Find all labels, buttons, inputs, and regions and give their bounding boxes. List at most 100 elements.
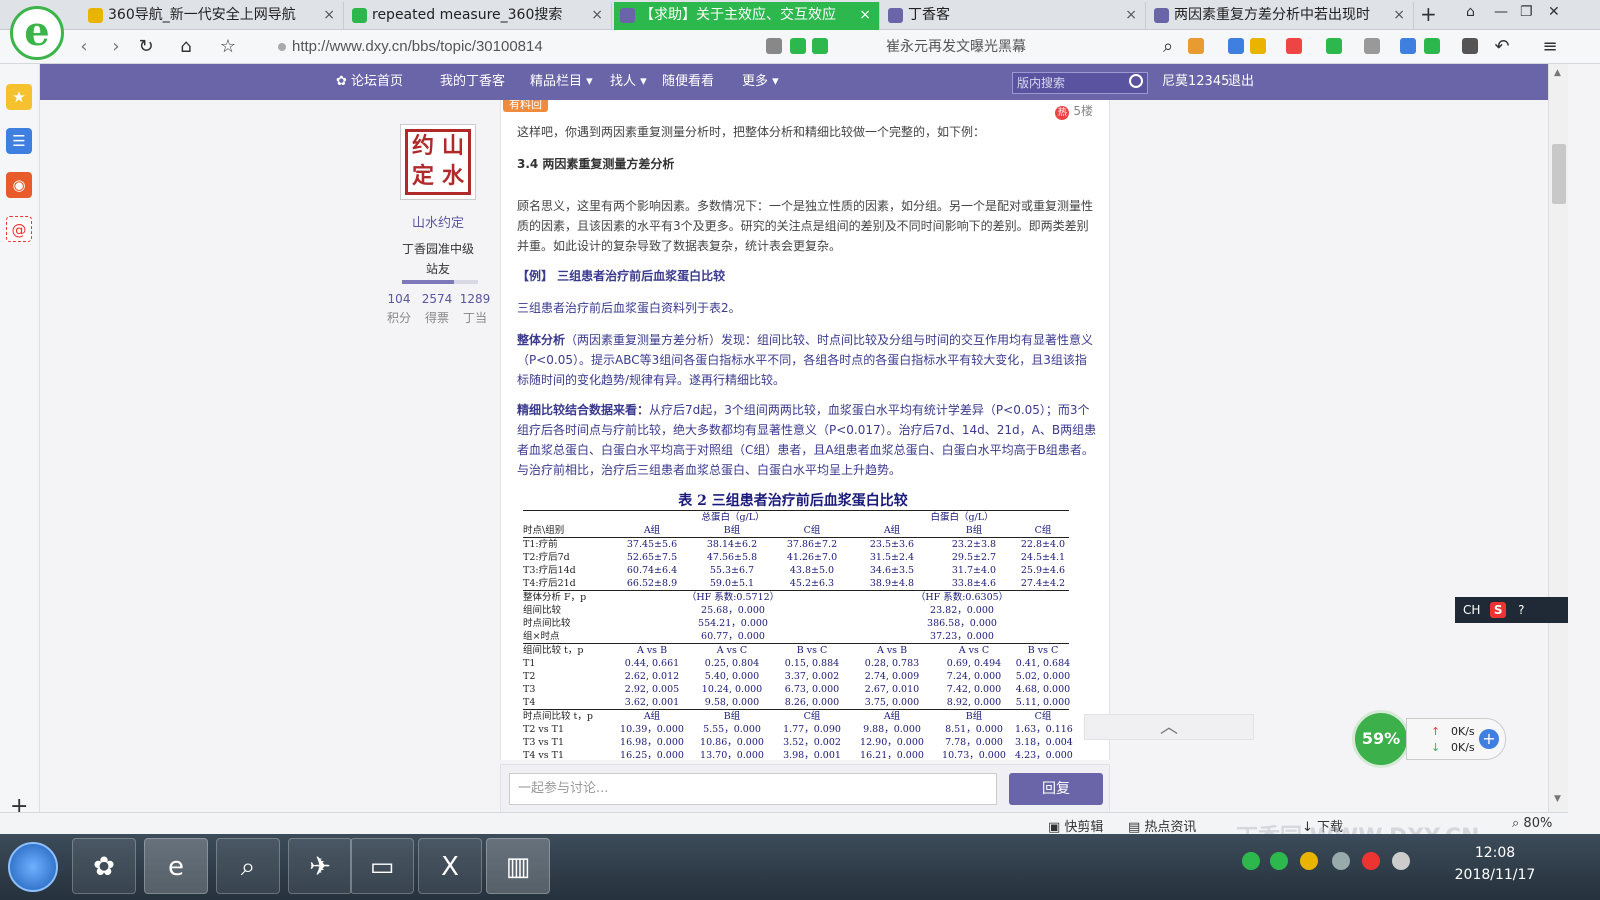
ime-toolbar[interactable]: CH S ? (1455, 597, 1568, 623)
reading-icon[interactable] (1424, 38, 1440, 54)
tray-browser-icon[interactable] (1242, 852, 1260, 870)
table-cell: 3.98，0.001 (783, 750, 841, 760)
table-cell: C组 (1034, 525, 1052, 536)
site-info-icon[interactable] (278, 43, 286, 51)
menu-icon[interactable]: ≡ (1538, 35, 1562, 59)
image-icon[interactable] (1364, 38, 1380, 54)
nav-random[interactable]: 随便看看 (662, 64, 714, 100)
scrollbar-thumb[interactable] (1552, 144, 1566, 204)
close-window-button[interactable]: ✕ (1548, 4, 1560, 20)
zoom-icon[interactable] (1400, 38, 1416, 54)
tablet-icon[interactable] (1462, 38, 1478, 54)
taskbar-app-spss[interactable]: ▥ (486, 838, 550, 894)
home-icon[interactable]: ⌂ (174, 35, 198, 59)
help-icon[interactable]: ? (1518, 603, 1524, 617)
forward-icon[interactable]: › (104, 35, 128, 59)
scroll-up-icon[interactable]: ▲ (1554, 68, 1561, 78)
back-icon[interactable]: ‹ (72, 35, 96, 59)
tray-shield-icon[interactable] (1270, 852, 1288, 870)
search-icon[interactable] (1129, 74, 1143, 88)
weibo-icon[interactable]: ◉ (6, 172, 32, 198)
vertical-scrollbar[interactable]: ▲ ▼ (1548, 64, 1568, 830)
speed-ball[interactable]: 59% (1352, 710, 1410, 768)
table-cell: A组 (883, 711, 901, 722)
sogou-icon[interactable]: S (1490, 602, 1507, 618)
clock[interactable]: 12:08 2018/11/17 (1450, 842, 1540, 886)
taskbar-app-excel[interactable]: X (418, 838, 482, 894)
shield-icon[interactable] (1326, 38, 1342, 54)
screenshot-icon[interactable] (1250, 38, 1266, 54)
address-bar: ‹ › ↻ ⌂ ☆ http://www.dxy.cn/bbs/topic/30… (0, 30, 1600, 64)
close-icon[interactable]: × (859, 2, 871, 28)
apps-icon[interactable] (1188, 38, 1204, 54)
tray-360-icon[interactable] (1300, 852, 1318, 870)
refresh-icon[interactable]: ↻ (134, 35, 158, 59)
translate-icon[interactable] (1228, 38, 1244, 54)
tab-anova[interactable]: 两因素重复方差分析中若出现时 × (1148, 2, 1414, 30)
table-cell: 3.37, 0.002 (784, 671, 840, 682)
accelerate-button[interactable]: + (1479, 729, 1499, 749)
logout-link[interactable]: 退出 (1228, 64, 1254, 100)
taskbar-app-browser[interactable]: e (144, 838, 208, 894)
hot-news-link[interactable]: ▤ 热点资讯 (1128, 816, 1196, 835)
taskbar-app-explorer[interactable]: ▭ (350, 838, 414, 894)
security-icon[interactable] (790, 38, 806, 54)
table-cell: C组 (1034, 711, 1052, 722)
table-cell: 24.5±4.1 (1020, 552, 1066, 563)
table-cell: 23.2±3.8 (951, 539, 997, 550)
new-tab-button[interactable]: + (1420, 2, 1437, 26)
nav-forum-home[interactable]: ✿ 论坛首页 (336, 64, 403, 100)
tab-360-nav[interactable]: 360导航_新一代安全上网导航 × (82, 2, 344, 30)
hot-search-input[interactable]: 崔永元再发文曝光黑幕 (886, 34, 1176, 60)
skin-icon[interactable]: ⌂ (1466, 4, 1475, 20)
reply-button[interactable]: 回复 (1009, 773, 1103, 805)
nav-find-people[interactable]: 找人 ▾ (610, 64, 647, 100)
table-cell: 白蛋白（g/L） (930, 512, 994, 523)
data-table-image: 表 2 三组患者治疗前后血浆蛋白比较 总蛋白（g/L） 白蛋白（g/L） 时点\组别… (517, 490, 1073, 760)
table-row: 整体分析 F，p （HF 系数:0.5712） （HF 系数:0.6305） (523, 591, 1069, 604)
close-icon[interactable]: × (591, 2, 603, 28)
table-cell: 7.78，0.000 (945, 737, 1003, 748)
dxy-icon (888, 8, 903, 23)
close-icon[interactable]: × (1393, 2, 1405, 28)
tab-help-topic[interactable]: 【求助】关于主效应、交互效应 × (614, 2, 880, 30)
search-icon[interactable]: ⌕ (1156, 35, 1180, 59)
browser-logo[interactable]: e (10, 6, 64, 60)
undo-icon[interactable]: ↶ (1490, 35, 1514, 59)
table-row: T3 vs T1 16.98，0.000 10.86，0.000 3.52，0.002… (523, 736, 1073, 749)
username-link[interactable]: 尼莫12345 (1162, 64, 1229, 100)
back-to-top-button[interactable]: ︿ (1084, 714, 1254, 740)
nav-my-dxy[interactable]: 我的丁香客 (440, 64, 505, 100)
user-name[interactable]: 山水约定 (380, 212, 496, 231)
minimize-button[interactable]: — (1494, 4, 1508, 20)
star-icon[interactable]: ☆ (216, 35, 240, 59)
pdf-icon[interactable] (1286, 38, 1302, 54)
nav-featured[interactable]: 精品栏目 ▾ (530, 64, 593, 100)
reader-icon[interactable] (766, 38, 782, 54)
notes-icon[interactable]: ☰ (6, 128, 32, 154)
favorites-icon[interactable]: ★ (6, 84, 32, 110)
url-input[interactable]: http://www.dxy.cn/bbs/topic/30100814 (272, 34, 852, 60)
restore-button[interactable]: ❐ (1520, 4, 1533, 20)
taskbar-app-search[interactable]: ⌕ (216, 838, 280, 894)
start-button[interactable] (8, 842, 58, 892)
mail-icon[interactable]: @ (6, 216, 32, 242)
tray-volume-icon[interactable] (1332, 852, 1350, 870)
speed-mode-icon[interactable] (812, 38, 828, 54)
forum-search-input[interactable]: 版内搜索 (1012, 72, 1148, 94)
tab-search[interactable]: repeated measure_360搜索 × (346, 2, 612, 30)
tab-dingxiangke[interactable]: 丁香客 × (882, 2, 1146, 30)
close-icon[interactable]: × (1125, 2, 1137, 28)
tray-battery-icon[interactable] (1392, 852, 1410, 870)
tray-network-icon[interactable] (1362, 852, 1380, 870)
close-icon[interactable]: × (323, 2, 335, 28)
taskbar-app-messenger[interactable]: ✈ (288, 838, 352, 894)
taskbar-app-picasa[interactable]: ✿ (72, 838, 136, 894)
nav-more[interactable]: 更多 ▾ (742, 64, 779, 100)
avatar[interactable]: 约 山 定 水 (400, 124, 476, 200)
scroll-down-icon[interactable]: ▼ (1554, 794, 1561, 804)
table-cell: T3 vs T1 (523, 737, 565, 748)
reply-input[interactable]: 一起参与讨论... (509, 773, 997, 805)
quick-edit-link[interactable]: ▣ 快剪辑 (1048, 816, 1103, 835)
table-cell: 52.65±7.5 (626, 552, 678, 563)
